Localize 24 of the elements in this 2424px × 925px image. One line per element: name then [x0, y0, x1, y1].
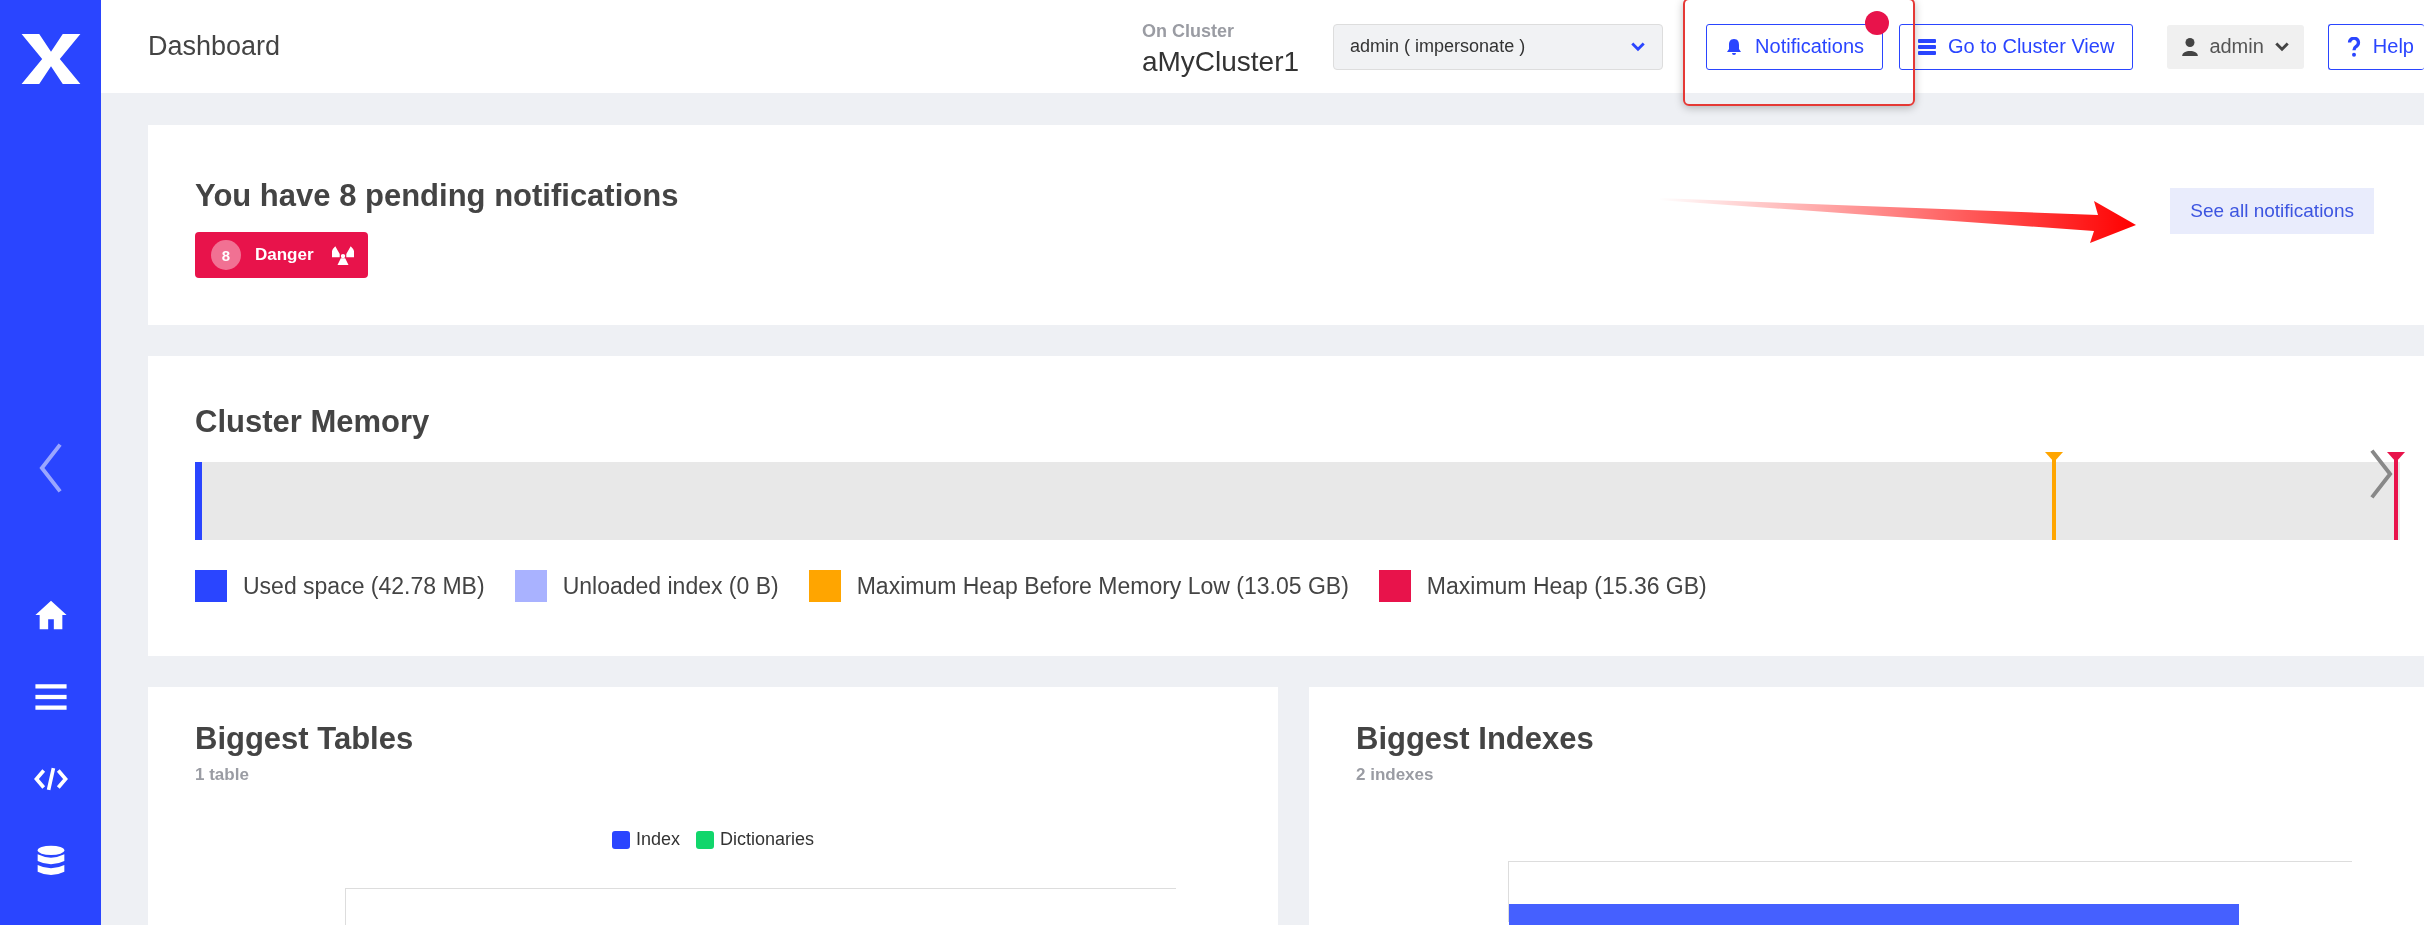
table-count: 1 table [195, 765, 250, 785]
badge-count: 8 [211, 240, 241, 270]
legend-label: Unloaded index (0 B) [562, 572, 779, 600]
index-count: 2 indexes [1356, 765, 1435, 785]
legend-label: Index [635, 829, 680, 850]
notifications-button[interactable]: Notifications [1706, 23, 1883, 70]
legend-label: Dictionaries [720, 829, 815, 850]
cluster-view-button[interactable]: Go to Cluster View [1899, 23, 2134, 70]
cluster-memory-title: Cluster Memory [195, 404, 431, 440]
badge-label: Danger [255, 245, 314, 265]
cluster-name: aMyCluster1 [1141, 46, 1300, 78]
danger-badge[interactable]: 8 Danger [195, 232, 368, 278]
cluster-label: On Cluster [1141, 21, 1235, 42]
user-select[interactable]: admin ( impersonate ) [1333, 23, 1664, 70]
legend-label: Used space (42.78 MB) [243, 572, 485, 600]
biggest-indexes-title: Biggest Indexes [1356, 721, 1595, 757]
legend-label: Maximum Heap Before Memory Low (13.05 GB) [856, 572, 1349, 600]
user-menu[interactable]: admin [2167, 24, 2304, 69]
biggest-tables-title: Biggest Tables [195, 721, 415, 757]
page-title: Dashboard [148, 31, 281, 62]
see-all-notifications-button[interactable]: See all notifications [2170, 188, 2374, 234]
notifications-title: You have 8 pending notifications [195, 178, 679, 214]
help-button[interactable]: Help [2327, 23, 2424, 70]
legend-label: Maximum Heap (15.36 GB) [1426, 572, 1707, 600]
